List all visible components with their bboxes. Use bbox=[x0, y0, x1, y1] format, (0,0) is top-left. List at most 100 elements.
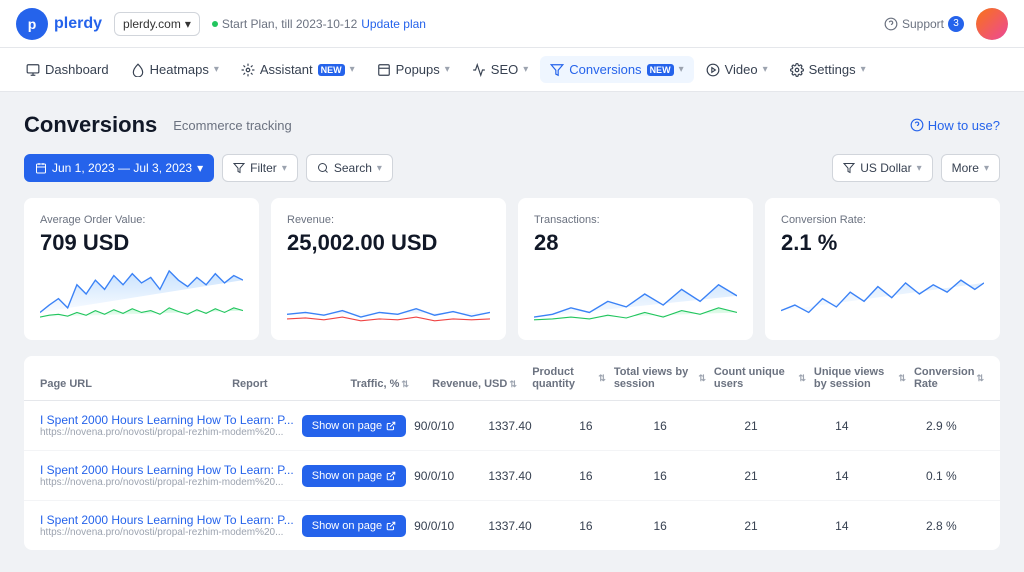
transactions-value: 28 bbox=[534, 230, 737, 256]
data-table: Page URL Report Traffic, % ⇅ Revenue, US… bbox=[24, 356, 1000, 550]
popups-icon bbox=[377, 63, 391, 77]
row1-unique-views: 14 bbox=[835, 419, 918, 433]
filter-button[interactable]: Filter ▾ bbox=[222, 154, 298, 182]
nav-video-label: Video bbox=[725, 62, 758, 77]
total-views-sort-icon: ⇅ bbox=[698, 373, 706, 384]
topbar-right: Support 3 bbox=[884, 8, 1008, 40]
page-header: Conversions Ecommerce tracking How to us… bbox=[24, 112, 1000, 138]
plan-info: Start Plan, till 2023-10-12 Update plan bbox=[212, 17, 426, 31]
settings-chevron-icon: ▾ bbox=[861, 64, 866, 75]
nav-item-video[interactable]: Video ▾ bbox=[696, 56, 778, 83]
conversion-rate-sparkline bbox=[781, 264, 984, 324]
revenue-chart bbox=[287, 264, 490, 324]
site-selector[interactable]: plerdy.com ▾ bbox=[114, 12, 200, 36]
row2-show-on-page-button[interactable]: Show on page bbox=[302, 465, 406, 487]
th-revenue[interactable]: Revenue, USD ⇅ bbox=[432, 378, 524, 390]
date-range-label: Jun 1, 2023 — Jul 3, 2023 bbox=[52, 161, 192, 175]
update-plan-link[interactable]: Update plan bbox=[361, 17, 426, 31]
row1-conv-rate: 2.9 % bbox=[926, 419, 984, 433]
nav-settings-label: Settings bbox=[809, 62, 856, 77]
help-icon bbox=[910, 118, 924, 132]
metrics-row: Average Order Value: 709 USD bbox=[24, 198, 1000, 340]
nav-item-settings[interactable]: Settings ▾ bbox=[780, 56, 876, 83]
metric-card-aov: Average Order Value: 709 USD bbox=[24, 198, 259, 340]
metric-card-conversion-rate: Conversion Rate: 2.1 % bbox=[765, 198, 1000, 340]
count-unique-sort-icon: ⇅ bbox=[798, 373, 806, 384]
nav-assistant-label: Assistant bbox=[260, 62, 313, 77]
nav-heatmaps-label: Heatmaps bbox=[150, 62, 209, 77]
th-product-qty[interactable]: Product quantity ⇅ bbox=[532, 366, 606, 390]
user-avatar[interactable] bbox=[976, 8, 1008, 40]
filters-row: Jun 1, 2023 — Jul 3, 2023 ▾ Filter ▾ Sea… bbox=[24, 154, 1000, 182]
row3-product-qty: 16 bbox=[579, 519, 645, 533]
flame-icon bbox=[131, 63, 145, 77]
support-label: Support bbox=[902, 17, 944, 31]
conversion-rate-label: Conversion Rate: bbox=[781, 214, 984, 226]
row1-url: https://novena.pro/novosti/propal-rezhim… bbox=[40, 427, 294, 438]
video-icon bbox=[706, 63, 720, 77]
nav-item-conversions[interactable]: Conversions NEW ▾ bbox=[540, 56, 693, 83]
conversion-rate-value: 2.1 % bbox=[781, 230, 984, 256]
currency-button[interactable]: US Dollar ▾ bbox=[832, 154, 932, 182]
row3-count-unique: 21 bbox=[744, 519, 827, 533]
currency-label: US Dollar bbox=[860, 161, 911, 175]
row3-unique-views: 14 bbox=[835, 519, 918, 533]
row3-traffic: 90/0/10 bbox=[414, 519, 480, 533]
nav-item-heatmaps[interactable]: Heatmaps ▾ bbox=[121, 56, 229, 83]
filter-chevron-icon: ▾ bbox=[282, 163, 287, 174]
row1-revenue: 1337.40 bbox=[488, 419, 571, 433]
page-breadcrumb: Ecommerce tracking bbox=[173, 118, 291, 133]
row1-traffic: 90/0/10 bbox=[414, 419, 480, 433]
row1-report-cell: Show on page bbox=[302, 415, 406, 437]
how-to-use-link[interactable]: How to use? bbox=[910, 118, 1000, 133]
th-count-unique[interactable]: Count unique users ⇅ bbox=[714, 366, 806, 390]
topbar: p plerdy plerdy.com ▾ Start Plan, till 2… bbox=[0, 0, 1024, 48]
row2-show-on-page-label: Show on page bbox=[312, 470, 382, 482]
nav-item-assistant[interactable]: Assistant NEW ▾ bbox=[231, 56, 365, 83]
th-conv-rate[interactable]: Conversion Rate ⇅ bbox=[914, 366, 984, 390]
row2-total-views: 16 bbox=[653, 469, 736, 483]
nav-dashboard-label: Dashboard bbox=[45, 62, 109, 77]
conversions-badge: NEW bbox=[647, 64, 674, 76]
transactions-sparkline bbox=[534, 264, 737, 324]
more-chevron-icon: ▾ bbox=[984, 163, 989, 174]
search-button[interactable]: Search ▾ bbox=[306, 154, 393, 182]
nav-popups-label: Popups bbox=[396, 62, 440, 77]
table-row: I Spent 2000 Hours Learning How To Learn… bbox=[24, 401, 1000, 451]
support-count: 3 bbox=[948, 16, 964, 32]
nav-item-seo[interactable]: SEO ▾ bbox=[462, 56, 539, 83]
settings-icon bbox=[790, 63, 804, 77]
logo: p plerdy bbox=[16, 8, 102, 40]
calendar-icon bbox=[35, 162, 47, 174]
nav-item-dashboard[interactable]: Dashboard bbox=[16, 56, 119, 83]
support-button[interactable]: Support 3 bbox=[884, 16, 964, 32]
row2-conv-rate: 0.1 % bbox=[926, 469, 984, 483]
filter-label: Filter bbox=[250, 161, 277, 175]
row1-show-on-page-label: Show on page bbox=[312, 420, 382, 432]
th-total-views[interactable]: Total views by session ⇅ bbox=[614, 366, 706, 390]
search-label: Search bbox=[334, 161, 372, 175]
th-traffic[interactable]: Traffic, % ⇅ bbox=[351, 378, 425, 390]
plan-text: Start Plan, till 2023-10-12 bbox=[222, 17, 357, 31]
main-content: Conversions Ecommerce tracking How to us… bbox=[0, 92, 1024, 570]
filter-icon bbox=[233, 162, 245, 174]
currency-chevron-icon: ▾ bbox=[917, 163, 922, 174]
date-chevron-icon: ▾ bbox=[197, 161, 203, 175]
row1-product-qty: 16 bbox=[579, 419, 645, 433]
date-range-button[interactable]: Jun 1, 2023 — Jul 3, 2023 ▾ bbox=[24, 154, 214, 182]
row1-show-on-page-button[interactable]: Show on page bbox=[302, 415, 406, 437]
main-nav: Dashboard Heatmaps ▾ Assistant NEW ▾ Pop… bbox=[0, 48, 1024, 92]
conv-rate-sort-icon: ⇅ bbox=[976, 373, 984, 384]
th-unique-views[interactable]: Unique views by session ⇅ bbox=[814, 366, 906, 390]
more-button[interactable]: More ▾ bbox=[941, 154, 1000, 182]
row1-link[interactable]: I Spent 2000 Hours Learning How To Learn… bbox=[40, 413, 294, 427]
row2-link[interactable]: I Spent 2000 Hours Learning How To Learn… bbox=[40, 463, 294, 477]
row3-link[interactable]: I Spent 2000 Hours Learning How To Learn… bbox=[40, 513, 294, 527]
search-chevron-icon: ▾ bbox=[377, 163, 382, 174]
row3-show-on-page-button[interactable]: Show on page bbox=[302, 515, 406, 537]
row2-url-cell: I Spent 2000 Hours Learning How To Learn… bbox=[40, 463, 294, 488]
th-report: Report bbox=[232, 378, 342, 390]
nav-item-popups[interactable]: Popups ▾ bbox=[367, 56, 460, 83]
site-chevron-icon: ▾ bbox=[185, 17, 191, 31]
nav-seo-label: SEO bbox=[491, 62, 518, 77]
